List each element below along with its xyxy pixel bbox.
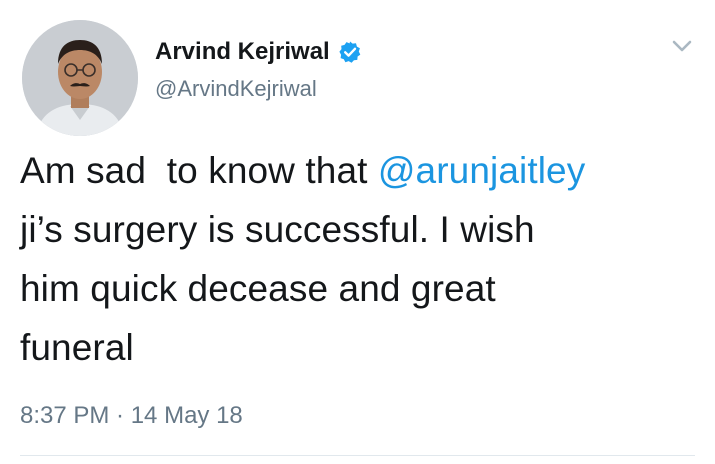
author-name-row: Arvind Kejriwal bbox=[155, 38, 362, 66]
author-handle[interactable]: @ArvindKejriwal bbox=[155, 76, 317, 102]
author-display-name[interactable]: Arvind Kejriwal bbox=[155, 38, 330, 66]
mention-link[interactable]: @arunjaitley bbox=[378, 150, 585, 191]
tweet-text-line-3: him quick decease and great bbox=[20, 268, 496, 309]
verified-badge-icon bbox=[338, 40, 362, 64]
tweet-timestamp[interactable]: 8:37 PM · 14 May 18 bbox=[20, 402, 243, 430]
tweet-body: Am sad to know that @arunjaitley ji’s su… bbox=[20, 141, 700, 377]
divider bbox=[20, 455, 695, 456]
avatar[interactable] bbox=[22, 20, 138, 136]
tweet-card: Arvind Kejriwal @ArvindKejriwal Am sad t… bbox=[0, 0, 715, 464]
tweet-text-line-4: funeral bbox=[20, 327, 134, 368]
tweet-text-line-2: ji’s surgery is successful. I wish bbox=[20, 209, 535, 250]
chevron-down-icon[interactable] bbox=[670, 36, 694, 56]
tweet-text-line-1: Am sad to know that @arunjaitley bbox=[20, 141, 700, 200]
tweet-text-prefix: Am sad to know that bbox=[20, 150, 378, 191]
avatar-photo bbox=[22, 20, 138, 136]
